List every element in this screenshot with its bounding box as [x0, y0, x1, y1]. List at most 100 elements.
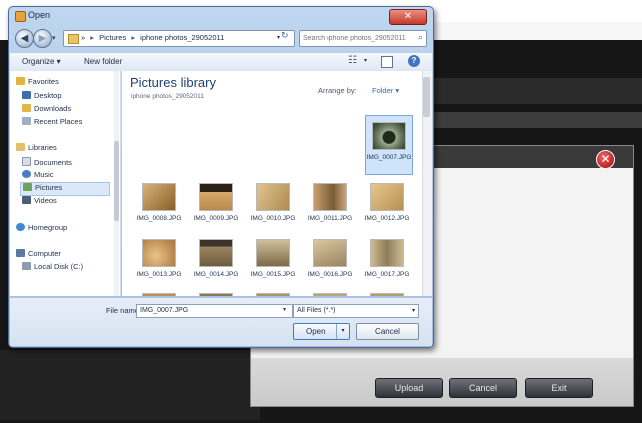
sidebar-item-label: Videos [34, 196, 57, 205]
search-box[interactable]: ⌕ [299, 30, 427, 47]
views-dropdown-icon[interactable]: ▾ [364, 57, 367, 64]
content-scrollbar-thumb[interactable] [423, 77, 430, 117]
breadcrumb-pictures[interactable]: Pictures [99, 33, 126, 42]
file-item[interactable]: IMG_0011.JPG [307, 183, 353, 223]
search-input[interactable] [303, 32, 411, 44]
file-name: IMG_0010.JPG [250, 215, 296, 222]
views-icon[interactable]: ☷ [348, 55, 357, 66]
file-item[interactable]: IMG_0017.JPG [364, 239, 410, 279]
sidebar-item-recent-places[interactable]: Recent Places [22, 117, 82, 129]
new-folder-button[interactable]: New folder [84, 57, 122, 66]
history-dropdown-icon[interactable]: ▾ [52, 34, 56, 42]
sidebar-item-computer[interactable]: Computer [16, 249, 61, 261]
sidebar-item-pictures[interactable]: Pictures [20, 182, 110, 196]
file-name: IMG_0017.JPG [364, 271, 410, 278]
address-dropdown-icon[interactable]: ▾ [277, 34, 280, 41]
file-name: IMG_0008.JPG [136, 215, 182, 222]
sidebar-item-label: Music [34, 170, 54, 179]
desktop-icon [22, 91, 31, 99]
thumbnail-image [142, 293, 176, 296]
file-name: IMG_0016.JPG [307, 271, 353, 278]
videos-icon [22, 196, 31, 204]
file-list: Pictures library iphone photos_29052011 … [122, 71, 422, 296]
cancel-button[interactable]: Cancel [356, 323, 419, 340]
search-icon[interactable]: ⌕ [418, 32, 423, 43]
breadcrumb-overflow[interactable]: » [81, 33, 85, 42]
preview-pane-icon[interactable] [381, 56, 393, 68]
file-item-partial[interactable] [250, 293, 296, 296]
library-title: Pictures library [130, 75, 216, 90]
file-item[interactable]: IMG_0010.JPG [250, 183, 296, 223]
close-button[interactable]: ✕ [389, 9, 427, 25]
sidebar-item-music[interactable]: Music [22, 170, 54, 182]
file-item-partial[interactable] [193, 293, 239, 296]
thumbnail-image [256, 239, 290, 267]
bg-top-bar [420, 22, 642, 41]
file-name-dropdown-icon[interactable]: ▾ [283, 306, 286, 313]
thumbnail-image [199, 239, 233, 267]
thumbnail-image [313, 183, 347, 211]
sidebar-item-libraries[interactable]: Libraries [16, 143, 57, 155]
file-item[interactable]: IMG_0014.JPG [193, 239, 239, 279]
file-name: IMG_0007.JPG [366, 154, 412, 161]
open-split-dropdown-icon[interactable]: ▾ [336, 324, 349, 339]
thumbnail-image [313, 293, 347, 296]
documents-icon [22, 157, 31, 166]
sidebar-item-label: Downloads [34, 104, 72, 113]
back-button[interactable]: ◀ [15, 29, 34, 48]
dialog-footer: File name: IMG_0007.JPG ▾ All Files (*.*… [10, 297, 432, 346]
file-item[interactable]: IMG_0008.JPG [136, 183, 182, 223]
pictures-icon [23, 183, 32, 191]
upload-button[interactable]: Upload [375, 378, 443, 398]
file-item[interactable]: IMG_0012.JPG [364, 183, 410, 223]
sidebar-item-documents[interactable]: Documents [22, 157, 72, 169]
exit-button[interactable]: Exit [525, 378, 593, 398]
file-type-select[interactable]: All Files (*.*) ▾ [293, 304, 419, 318]
sidebar-item-label: Documents [34, 158, 72, 167]
breadcrumb: » ▸ Pictures ▸ iphone photos_29052011 [81, 33, 224, 42]
dialog-titlebar: Open ✕ [9, 7, 433, 25]
file-item[interactable]: IMG_0015.JPG [250, 239, 296, 279]
sidebar-item-local-disk[interactable]: Local Disk (C:) [22, 262, 83, 274]
organize-button[interactable]: Organize ▾ [22, 57, 61, 66]
file-item-partial[interactable] [307, 293, 353, 296]
cancel-upload-button[interactable]: Cancel [449, 378, 517, 398]
open-button-label: Open [306, 327, 326, 336]
sidebar-item-label: Local Disk (C:) [34, 262, 84, 271]
sidebar-item-label: Recent Places [34, 117, 83, 126]
thumbnail-image [142, 239, 176, 267]
file-item[interactable]: IMG_0016.JPG [307, 239, 353, 279]
bg-bottom-area [0, 350, 260, 420]
file-name: IMG_0015.JPG [250, 271, 296, 278]
arrange-by-dropdown[interactable]: Folder ▾ [372, 86, 399, 95]
thumbnail-image [370, 239, 404, 267]
sidebar-item-label: Homegroup [28, 223, 68, 232]
sidebar-item-label: Pictures [35, 183, 63, 192]
file-name: IMG_0014.JPG [193, 271, 239, 278]
forward-button[interactable]: ▶ [33, 29, 52, 48]
thumbnail-image [256, 293, 290, 296]
thumbnail-image [199, 293, 233, 296]
sidebar-item-favorites[interactable]: Favorites [16, 77, 59, 89]
file-item-selected[interactable]: IMG_0007.JPG [365, 115, 413, 175]
sidebar-item-desktop[interactable]: Desktop [22, 91, 62, 103]
file-item[interactable]: IMG_0009.JPG [193, 183, 239, 223]
sidebar-item-homegroup[interactable]: Homegroup [16, 223, 67, 235]
sidebar-item-downloads[interactable]: Downloads [22, 104, 71, 116]
breadcrumb-current-folder[interactable]: iphone photos_29052011 [140, 33, 224, 42]
file-name-input[interactable]: IMG_0007.JPG [136, 304, 293, 318]
file-item-partial[interactable] [136, 293, 182, 296]
file-item-partial[interactable] [364, 293, 410, 296]
file-item[interactable]: IMG_0013.JPG [136, 239, 182, 279]
nav-scrollbar-thumb[interactable] [114, 141, 119, 221]
open-button[interactable]: Open ▾ [293, 323, 350, 340]
bg-stripe [430, 112, 642, 128]
thumbnail-image [199, 183, 233, 211]
file-type-value: All Files (*.*) [297, 307, 336, 314]
close-icon[interactable]: ✕ [596, 150, 615, 169]
star-icon [16, 77, 25, 85]
help-icon[interactable]: ? [408, 55, 420, 67]
sidebar-item-videos[interactable]: Videos [22, 196, 57, 208]
address-bar[interactable]: » ▸ Pictures ▸ iphone photos_29052011 ▾ [63, 30, 295, 47]
homegroup-icon [16, 223, 25, 231]
